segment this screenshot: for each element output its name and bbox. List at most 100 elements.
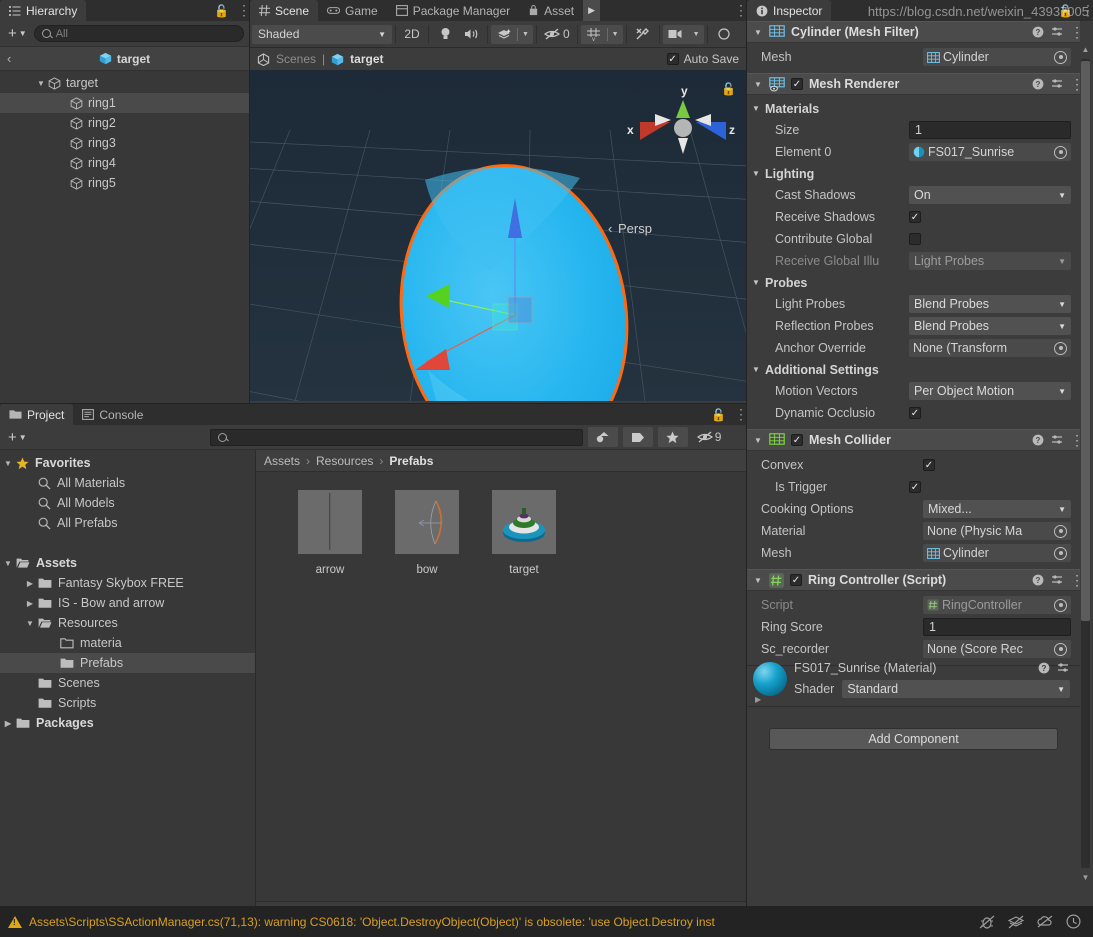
project-item-packages[interactable]: ▶ Packages: [0, 713, 255, 733]
collapse-arrow-icon[interactable]: ▼: [22, 619, 38, 628]
project-item-all-prefabs[interactable]: All Prefabs: [0, 513, 255, 533]
scene-tools-button[interactable]: [630, 25, 656, 44]
asset-tile-bow[interactable]: bow: [395, 490, 459, 576]
project-menu-icon[interactable]: [734, 410, 738, 419]
project-hidden-button[interactable]: 9: [693, 427, 726, 447]
section-header[interactable]: ▼ Lighting: [747, 163, 1080, 184]
auto-save-toggle[interactable]: ✓ Auto Save: [666, 52, 739, 66]
hierarchy-item-target[interactable]: ▼ target: [0, 73, 249, 93]
hierarchy-item-ring3[interactable]: ring3: [0, 133, 249, 153]
object-field[interactable]: RingController: [923, 596, 1071, 614]
preset-icon[interactable]: [1051, 26, 1063, 38]
hierarchy-item-ring1[interactable]: ring1: [0, 93, 249, 113]
tab-package-manager[interactable]: Package Manager: [386, 0, 520, 21]
value-checkbox[interactable]: [909, 233, 921, 245]
component-enabled-checkbox[interactable]: ✓: [791, 78, 803, 90]
tab-project[interactable]: Project: [0, 404, 74, 425]
collapse-arrow-icon[interactable]: ▼: [0, 459, 16, 468]
hierarchy-search-input[interactable]: All: [33, 25, 244, 42]
preset-icon[interactable]: [1051, 434, 1063, 446]
lock-icon[interactable]: [711, 408, 726, 422]
asset-thumbnail[interactable]: [492, 490, 556, 554]
collapse-arrow-icon[interactable]: ▼: [753, 28, 763, 37]
section-header[interactable]: ▼ Probes: [747, 272, 1080, 293]
collapse-arrow-icon[interactable]: ▼: [751, 169, 761, 178]
gizmos-button[interactable]: [711, 25, 737, 44]
tab-game[interactable]: Game: [318, 0, 387, 21]
collapse-arrow-icon[interactable]: ▼: [753, 576, 763, 585]
component-menu-icon[interactable]: [1070, 576, 1074, 585]
breadcrumb-item[interactable]: Resources: [316, 454, 373, 468]
scroll-up-arrow[interactable]: ▲: [1080, 45, 1091, 54]
help-icon[interactable]: ?: [1032, 574, 1044, 586]
component-enabled-checkbox[interactable]: ✓: [790, 574, 802, 586]
tab-asset-store[interactable]: Asset: [519, 0, 584, 21]
value-dropdown[interactable]: Light Probes ▼: [909, 252, 1071, 270]
add-component-button[interactable]: Add Component: [769, 728, 1058, 750]
help-icon[interactable]: ?: [1032, 78, 1044, 90]
asset-thumbnail[interactable]: [298, 490, 362, 554]
status-bar[interactable]: Assets\Scripts\SSActionManager.cs(71,13)…: [0, 906, 1093, 937]
tab-overflow-arrow[interactable]: ▶: [583, 0, 601, 21]
expand-arrow-icon[interactable]: ▶: [0, 719, 16, 728]
tab-hierarchy[interactable]: Hierarchy: [0, 0, 87, 21]
scene-fx-button[interactable]: [491, 25, 517, 44]
value-checkbox[interactable]: ✓: [909, 407, 921, 419]
grid-dropdown-arrow[interactable]: ▼: [608, 31, 623, 38]
tab-scene[interactable]: Scene: [250, 0, 319, 21]
favorites-filter-button[interactable]: [657, 427, 688, 447]
component-header[interactable]: ▼ ✓ Mesh Renderer?: [747, 73, 1080, 95]
value-dropdown[interactable]: Blend Probes ▼: [909, 317, 1071, 335]
collapse-arrow-icon[interactable]: ▼: [753, 436, 763, 445]
lock-icon[interactable]: [214, 4, 229, 18]
hierarchy-item-ring2[interactable]: ring2: [0, 113, 249, 133]
project-item-scripts[interactable]: Scripts: [0, 693, 255, 713]
component-header[interactable]: ▼ ✓ Mesh Collider?: [747, 429, 1080, 451]
grid-axis-button[interactable]: y: [581, 25, 607, 44]
value-dropdown[interactable]: On ▼: [909, 186, 1071, 204]
component-enabled-checkbox[interactable]: ✓: [791, 434, 803, 446]
preset-icon[interactable]: [1051, 574, 1063, 586]
camera-dropdown-arrow[interactable]: ▼: [689, 31, 704, 38]
value-dropdown[interactable]: Per Object Motion ▼: [909, 382, 1071, 400]
value-input[interactable]: 1: [923, 618, 1071, 636]
cloud-off-icon[interactable]: [1037, 915, 1053, 928]
collab-icon[interactable]: [1008, 915, 1024, 929]
object-field[interactable]: None (Score Rec: [923, 640, 1071, 658]
asset-tile-arrow[interactable]: arrow: [298, 490, 362, 576]
object-picker-icon[interactable]: [1054, 50, 1067, 64]
section-header[interactable]: ▼ Additional Settings: [747, 359, 1080, 380]
preset-icon[interactable]: [1057, 662, 1069, 674]
scene-lighting-button[interactable]: [432, 25, 458, 44]
auto-save-checkbox[interactable]: ✓: [666, 53, 679, 65]
object-picker-icon[interactable]: [1054, 341, 1067, 355]
project-item-assets[interactable]: ▼ Assets: [0, 553, 255, 573]
breadcrumb-scenes-label[interactable]: Scenes: [276, 52, 316, 66]
component-menu-icon[interactable]: [1070, 436, 1074, 445]
collapse-arrow-icon[interactable]: ▼: [751, 278, 761, 287]
expand-arrow-icon[interactable]: ▶: [22, 579, 38, 588]
inspector-scrollbar[interactable]: ▲ ▼: [1080, 45, 1091, 882]
object-field[interactable]: Cylinder: [923, 48, 1071, 66]
object-picker-icon[interactable]: [1054, 546, 1067, 560]
help-icon[interactable]: ?: [1038, 662, 1050, 674]
collapse-arrow-icon[interactable]: ▼: [753, 80, 763, 89]
hidden-objects-button[interactable]: 0: [540, 25, 574, 44]
value-checkbox[interactable]: ✓: [923, 459, 935, 471]
scene-camera-button[interactable]: [663, 25, 689, 44]
viewport-lock-icon[interactable]: 🔓: [721, 82, 736, 96]
expand-arrow-icon[interactable]: ▼: [34, 79, 48, 88]
project-item-scenes[interactable]: Scenes: [0, 673, 255, 693]
project-item-resources[interactable]: ▼ Resources: [0, 613, 255, 633]
project-item-all-materials[interactable]: All Materials: [0, 473, 255, 493]
asset-tile-target[interactable]: target: [492, 490, 556, 576]
value-checkbox[interactable]: ✓: [909, 481, 921, 493]
toggle-2d-button[interactable]: 2D: [399, 25, 425, 44]
breadcrumb-item[interactable]: Prefabs: [389, 454, 433, 468]
component-header[interactable]: ▼ Cylinder (Mesh Filter)?: [747, 21, 1080, 43]
history-icon[interactable]: [1066, 914, 1081, 929]
scene-viewport[interactable]: y x z ‹ Persp 🔓: [250, 70, 746, 401]
collapse-arrow-icon[interactable]: ▼: [0, 559, 16, 568]
object-picker-icon[interactable]: [1054, 598, 1067, 612]
value-checkbox[interactable]: ✓: [909, 211, 921, 223]
